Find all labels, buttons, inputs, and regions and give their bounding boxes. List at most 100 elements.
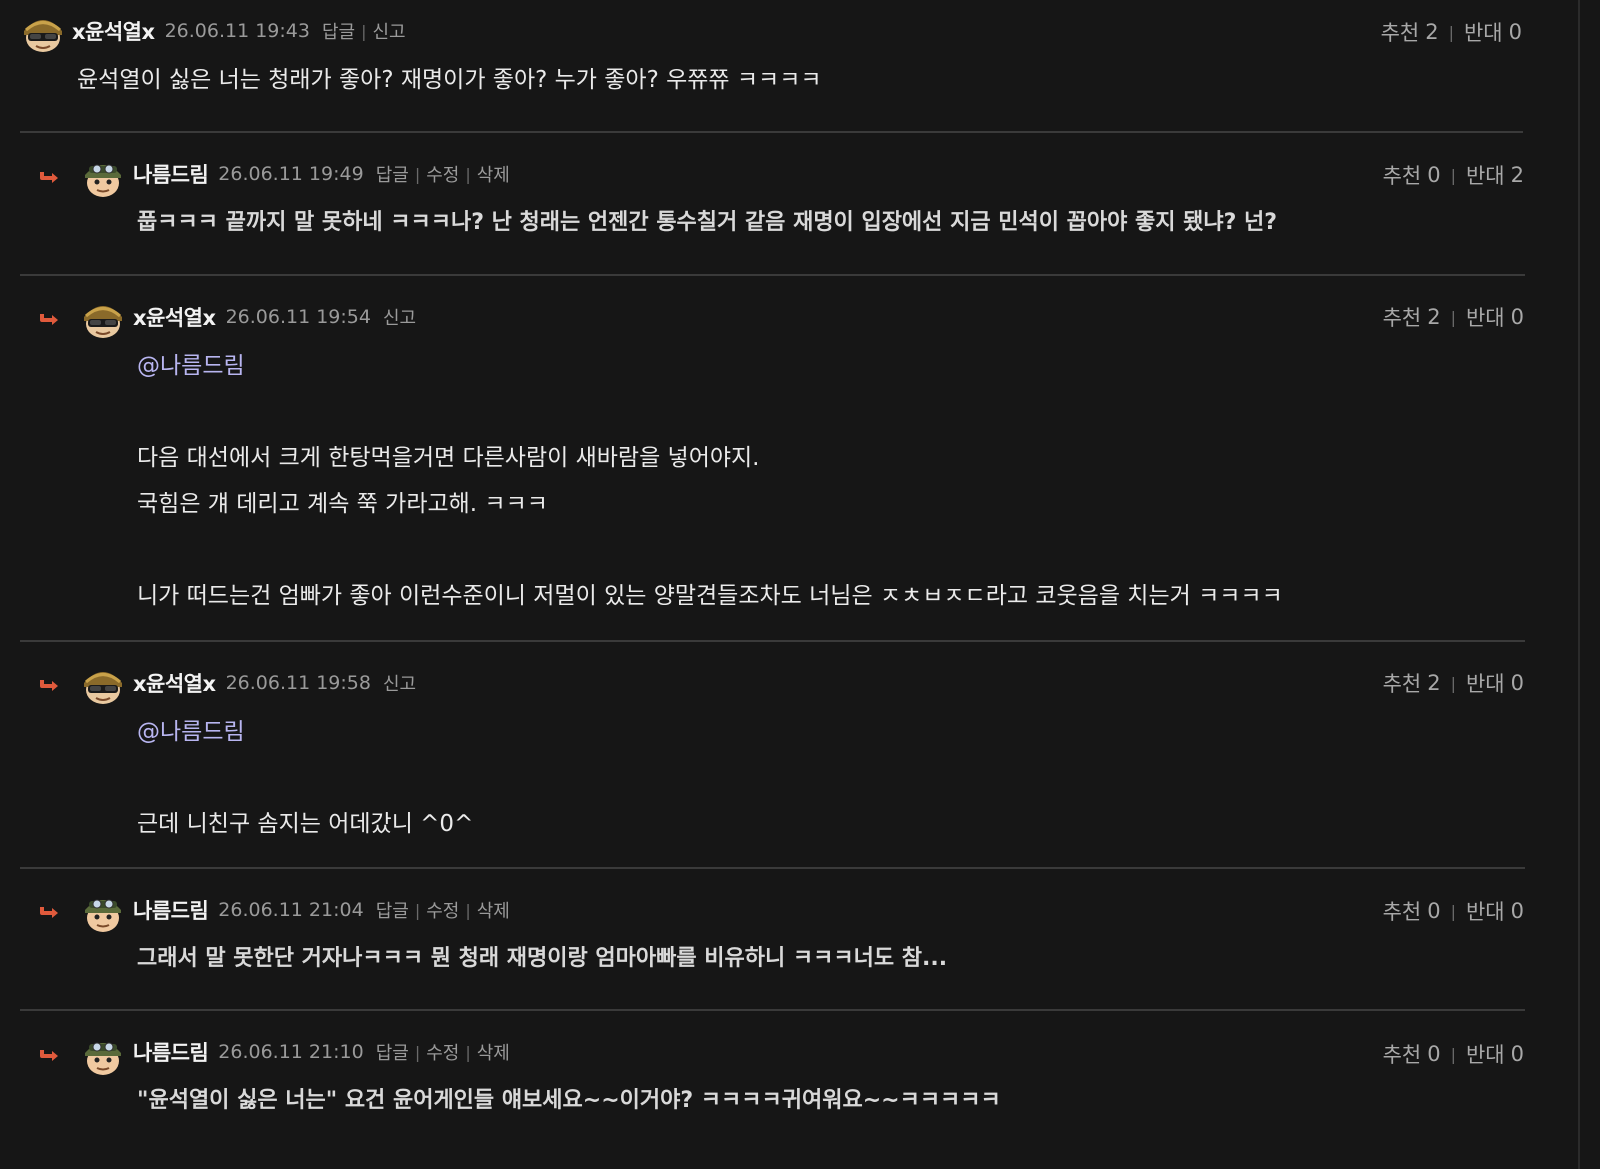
downvote-count: 0 [1510, 899, 1524, 923]
nickname[interactable]: x윤석열x [133, 302, 216, 332]
nickname[interactable]: 나름드림 [133, 1037, 209, 1067]
downvote-count: 0 [1510, 305, 1524, 329]
reply-button[interactable]: 답글 [376, 1039, 409, 1065]
vote-separator: | [1450, 307, 1456, 327]
upvote-label[interactable]: 추천 [1383, 1039, 1422, 1069]
downvote-label[interactable]: 반대 [1466, 302, 1505, 332]
delete-button[interactable]: 삭제 [477, 897, 510, 923]
report-button[interactable]: 신고 [372, 18, 405, 44]
reply-button[interactable]: 답글 [376, 897, 409, 923]
comment-divider [20, 131, 1523, 133]
mention-link[interactable]: @나름드림 [137, 343, 1283, 389]
comment-meta: x윤석열x 26.06.11 19:58 신고 [133, 668, 416, 698]
reply-button[interactable]: 답글 [376, 161, 409, 187]
comment-body: @나름드림 다음 대선에서 크게 한탕먹을거면 다른사람이 새바람을 넣어야지.… [137, 343, 1283, 619]
comment-line: 그래서 말 못한단 거자나ㅋㅋㅋ 뭔 청래 재명이랑 엄마아빠를 비유하니 ㅋㅋ… [137, 946, 948, 971]
comment-line: 근데 니친구 솜지는 어데갔니 ^0^ [137, 811, 474, 837]
downvote-count: 0 [1508, 20, 1522, 44]
action-separator: | [465, 164, 471, 184]
vote-counts: 추천 2 | 반대 0 [1381, 17, 1522, 47]
upvote-count: 2 [1425, 20, 1439, 44]
upvote-count: 0 [1427, 899, 1441, 923]
vote-separator: | [1448, 22, 1454, 42]
edit-button[interactable]: 수정 [426, 161, 459, 187]
comment-meta: 나름드림 26.06.11 21:10 답글 | 수정 | 삭제 [133, 1037, 510, 1067]
comment-date: 26.06.11 21:10 [218, 1041, 364, 1063]
action-separator: | [414, 900, 421, 920]
comment-body: @나름드림 근데 니친구 솜지는 어데갔니 ^0^ [137, 709, 473, 847]
vote-separator: | [1450, 901, 1456, 921]
reply-arrow-icon [38, 170, 60, 184]
comment-date: 26.06.11 19:54 [225, 306, 371, 328]
comment-date: 26.06.11 21:04 [218, 899, 364, 921]
comment-meta: 나름드림 26.06.11 19:49 답글 | 수정 | 삭제 [133, 159, 510, 189]
comment-date: 26.06.11 19:49 [218, 163, 364, 185]
downvote-label[interactable]: 반대 [1466, 1039, 1505, 1069]
nickname[interactable]: 나름드림 [133, 159, 209, 189]
comment-date: 26.06.11 19:58 [225, 672, 371, 694]
upvote-label[interactable]: 추천 [1383, 896, 1422, 926]
upvote-label[interactable]: 추천 [1383, 302, 1422, 332]
edit-button[interactable]: 수정 [426, 1039, 459, 1065]
downvote-label[interactable]: 반대 [1466, 896, 1505, 926]
delete-button[interactable]: 삭제 [477, 161, 510, 187]
avatar[interactable] [80, 295, 126, 341]
avatar[interactable] [80, 888, 126, 934]
vote-separator: | [1450, 1044, 1456, 1064]
comment-line: 윤석열이 싫은 너는 청래가 좋아? 재명이가 좋아? 누가 좋아? 우쮸쮸 ㅋ… [77, 67, 822, 93]
upvote-label[interactable]: 추천 [1383, 160, 1422, 190]
upvote-label[interactable]: 추천 [1381, 17, 1420, 47]
comment-line: 다음 대선에서 크게 한탕먹을거면 다른사람이 새바람을 넣어야지. [137, 445, 760, 471]
downvote-count: 2 [1510, 163, 1524, 187]
comment-body: 풉ㅋㅋㅋ 끝까지 말 못하네 ㅋㅋㅋ나? 난 청래는 언젠간 통수칠거 같음 재… [137, 200, 1277, 246]
vote-counts: 추천 2 | 반대 0 [1383, 668, 1524, 698]
reply-arrow-icon [38, 678, 60, 692]
scrollbar-track[interactable] [1578, 0, 1580, 1169]
avatar[interactable] [80, 153, 126, 199]
avatar[interactable] [80, 1031, 126, 1077]
action-separator: | [361, 21, 367, 41]
delete-button[interactable]: 삭제 [477, 1039, 510, 1065]
comment-meta: 나름드림 26.06.11 21:04 답글 | 수정 | 삭제 [133, 895, 510, 925]
report-button[interactable]: 신고 [383, 670, 416, 696]
vote-counts: 추천 2 | 반대 0 [1383, 302, 1524, 332]
downvote-label[interactable]: 반대 [1466, 160, 1505, 190]
mention-link[interactable]: @나름드림 [137, 709, 473, 755]
downvote-label[interactable]: 반대 [1464, 17, 1503, 47]
avatar[interactable] [80, 661, 126, 707]
nickname[interactable]: x윤석열x [72, 16, 155, 46]
action-separator: | [414, 1042, 421, 1062]
action-separator: | [465, 1042, 471, 1062]
reply-button[interactable]: 답글 [322, 18, 355, 44]
comment-divider [20, 640, 1525, 642]
nickname[interactable]: x윤석열x [133, 668, 216, 698]
upvote-count: 2 [1427, 305, 1441, 329]
comment-body: 그래서 말 못한단 거자나ㅋㅋㅋ 뭔 청래 재명이랑 엄마아빠를 비유하니 ㅋㅋ… [137, 936, 947, 982]
vote-counts: 추천 0 | 반대 2 [1383, 160, 1524, 190]
comment-divider [20, 867, 1525, 869]
downvote-label[interactable]: 반대 [1466, 668, 1505, 698]
vote-counts: 추천 0 | 반대 0 [1383, 1039, 1524, 1069]
reply-arrow-icon [38, 905, 60, 919]
comment-line: 니가 떠드는건 엄빠가 좋아 이런수준이니 저멀이 있는 양말견들조차도 너님은… [137, 583, 1283, 609]
vote-counts: 추천 0 | 반대 0 [1383, 896, 1524, 926]
nickname[interactable]: 나름드림 [133, 895, 209, 925]
comment-meta: x윤석열x 26.06.11 19:43 답글 | 신고 [72, 16, 406, 46]
report-button[interactable]: 신고 [383, 304, 416, 330]
comment-divider [20, 1009, 1525, 1011]
avatar[interactable] [20, 9, 66, 55]
upvote-label[interactable]: 추천 [1383, 668, 1422, 698]
downvote-count: 0 [1510, 671, 1524, 695]
comment-date: 26.06.11 19:43 [164, 20, 310, 42]
reply-arrow-icon [38, 312, 60, 326]
comment-line: "윤석열이 싫은 너는" 요건 윤어게인들 얘보세요~~이거야? ㅋㅋㅋㅋ귀여워… [137, 1088, 1001, 1113]
action-separator: | [465, 900, 471, 920]
comment-meta: x윤석열x 26.06.11 19:54 신고 [133, 302, 416, 332]
reply-arrow-icon [38, 1048, 60, 1062]
edit-button[interactable]: 수정 [426, 897, 459, 923]
vote-separator: | [1450, 673, 1456, 693]
comment-divider [20, 274, 1525, 276]
